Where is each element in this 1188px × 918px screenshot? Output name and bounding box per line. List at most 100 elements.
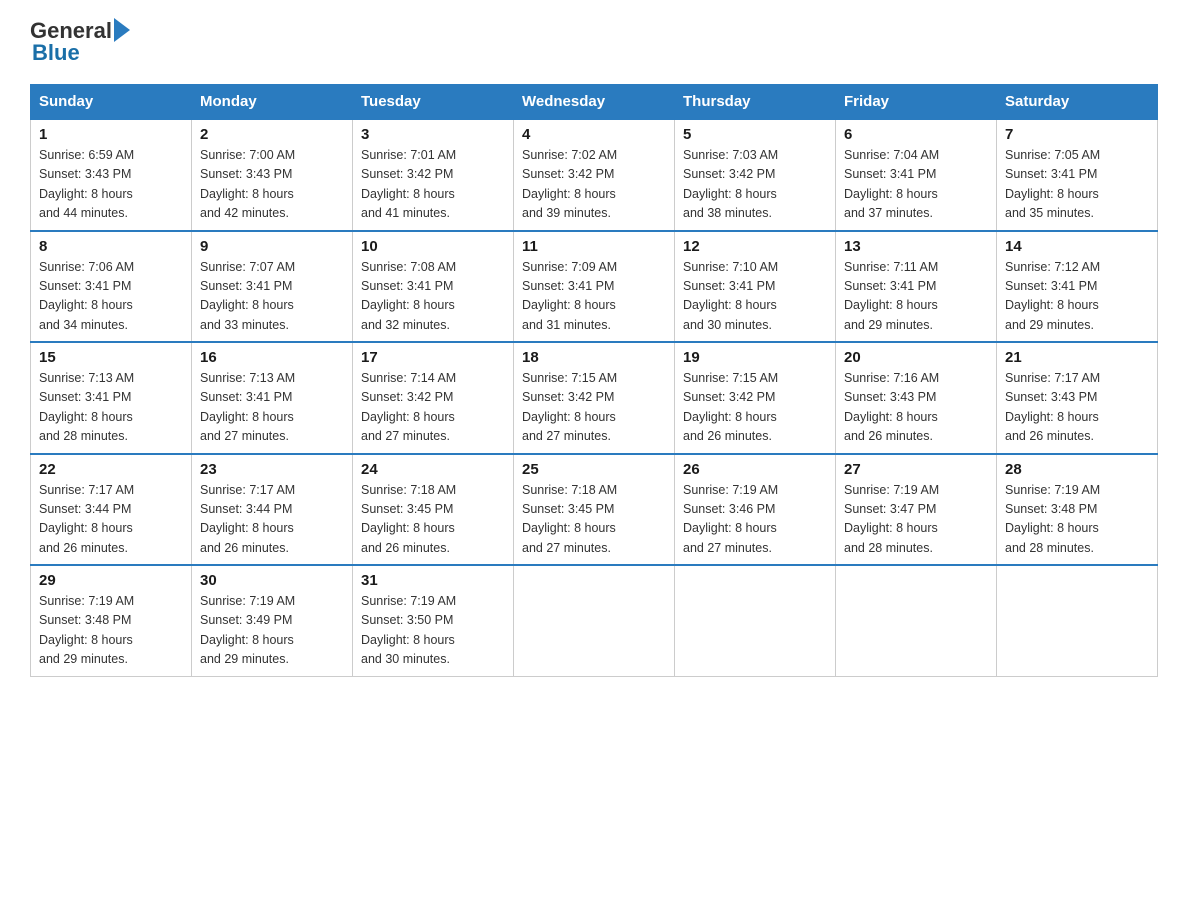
day-number: 8 — [39, 238, 183, 255]
logo-blue: Blue — [32, 40, 80, 66]
day-info: Sunrise: 7:17 AMSunset: 3:44 PMDaylight:… — [200, 483, 295, 555]
day-number: 20 — [844, 349, 988, 366]
day-info: Sunrise: 7:14 AMSunset: 3:42 PMDaylight:… — [361, 371, 456, 443]
weekday-header-sunday: Sunday — [31, 85, 192, 120]
calendar-cell: 29 Sunrise: 7:19 AMSunset: 3:48 PMDaylig… — [31, 565, 192, 676]
day-number: 3 — [361, 126, 505, 143]
calendar-cell: 19 Sunrise: 7:15 AMSunset: 3:42 PMDaylig… — [675, 342, 836, 454]
day-number: 2 — [200, 126, 344, 143]
calendar-table: SundayMondayTuesdayWednesdayThursdayFrid… — [30, 84, 1158, 677]
weekday-header-friday: Friday — [836, 85, 997, 120]
day-number: 29 — [39, 572, 183, 589]
calendar-cell: 13 Sunrise: 7:11 AMSunset: 3:41 PMDaylig… — [836, 231, 997, 343]
day-number: 1 — [39, 126, 183, 143]
day-info: Sunrise: 6:59 AMSunset: 3:43 PMDaylight:… — [39, 148, 134, 220]
calendar-cell: 9 Sunrise: 7:07 AMSunset: 3:41 PMDayligh… — [192, 231, 353, 343]
calendar-cell: 17 Sunrise: 7:14 AMSunset: 3:42 PMDaylig… — [353, 342, 514, 454]
day-info: Sunrise: 7:00 AMSunset: 3:43 PMDaylight:… — [200, 148, 295, 220]
day-info: Sunrise: 7:17 AMSunset: 3:43 PMDaylight:… — [1005, 371, 1100, 443]
day-info: Sunrise: 7:06 AMSunset: 3:41 PMDaylight:… — [39, 260, 134, 332]
day-info: Sunrise: 7:16 AMSunset: 3:43 PMDaylight:… — [844, 371, 939, 443]
weekday-header-thursday: Thursday — [675, 85, 836, 120]
calendar-cell: 11 Sunrise: 7:09 AMSunset: 3:41 PMDaylig… — [514, 231, 675, 343]
calendar-cell: 14 Sunrise: 7:12 AMSunset: 3:41 PMDaylig… — [997, 231, 1158, 343]
calendar-week-row: 8 Sunrise: 7:06 AMSunset: 3:41 PMDayligh… — [31, 231, 1158, 343]
day-number: 22 — [39, 461, 183, 478]
day-number: 4 — [522, 126, 666, 143]
day-info: Sunrise: 7:19 AMSunset: 3:48 PMDaylight:… — [1005, 483, 1100, 555]
calendar-cell: 24 Sunrise: 7:18 AMSunset: 3:45 PMDaylig… — [353, 454, 514, 566]
weekday-header-tuesday: Tuesday — [353, 85, 514, 120]
day-number: 13 — [844, 238, 988, 255]
logo: General Blue — [30, 20, 130, 66]
day-number: 6 — [844, 126, 988, 143]
day-number: 16 — [200, 349, 344, 366]
day-info: Sunrise: 7:04 AMSunset: 3:41 PMDaylight:… — [844, 148, 939, 220]
calendar-cell: 7 Sunrise: 7:05 AMSunset: 3:41 PMDayligh… — [997, 119, 1158, 231]
calendar-cell: 26 Sunrise: 7:19 AMSunset: 3:46 PMDaylig… — [675, 454, 836, 566]
day-info: Sunrise: 7:10 AMSunset: 3:41 PMDaylight:… — [683, 260, 778, 332]
calendar-cell — [997, 565, 1158, 676]
day-number: 14 — [1005, 238, 1149, 255]
day-info: Sunrise: 7:09 AMSunset: 3:41 PMDaylight:… — [522, 260, 617, 332]
day-number: 7 — [1005, 126, 1149, 143]
day-number: 18 — [522, 349, 666, 366]
calendar-week-row: 29 Sunrise: 7:19 AMSunset: 3:48 PMDaylig… — [31, 565, 1158, 676]
calendar-cell: 5 Sunrise: 7:03 AMSunset: 3:42 PMDayligh… — [675, 119, 836, 231]
page-header: General Blue — [30, 20, 1158, 66]
day-number: 10 — [361, 238, 505, 255]
day-info: Sunrise: 7:19 AMSunset: 3:46 PMDaylight:… — [683, 483, 778, 555]
calendar-cell: 20 Sunrise: 7:16 AMSunset: 3:43 PMDaylig… — [836, 342, 997, 454]
calendar-cell: 1 Sunrise: 6:59 AMSunset: 3:43 PMDayligh… — [31, 119, 192, 231]
calendar-cell: 10 Sunrise: 7:08 AMSunset: 3:41 PMDaylig… — [353, 231, 514, 343]
calendar-cell: 6 Sunrise: 7:04 AMSunset: 3:41 PMDayligh… — [836, 119, 997, 231]
calendar-cell: 22 Sunrise: 7:17 AMSunset: 3:44 PMDaylig… — [31, 454, 192, 566]
calendar-week-row: 15 Sunrise: 7:13 AMSunset: 3:41 PMDaylig… — [31, 342, 1158, 454]
calendar-cell: 30 Sunrise: 7:19 AMSunset: 3:49 PMDaylig… — [192, 565, 353, 676]
weekday-header-saturday: Saturday — [997, 85, 1158, 120]
calendar-week-row: 1 Sunrise: 6:59 AMSunset: 3:43 PMDayligh… — [31, 119, 1158, 231]
calendar-week-row: 22 Sunrise: 7:17 AMSunset: 3:44 PMDaylig… — [31, 454, 1158, 566]
day-info: Sunrise: 7:12 AMSunset: 3:41 PMDaylight:… — [1005, 260, 1100, 332]
day-number: 11 — [522, 238, 666, 255]
day-info: Sunrise: 7:15 AMSunset: 3:42 PMDaylight:… — [683, 371, 778, 443]
day-number: 23 — [200, 461, 344, 478]
day-number: 24 — [361, 461, 505, 478]
day-info: Sunrise: 7:18 AMSunset: 3:45 PMDaylight:… — [361, 483, 456, 555]
day-info: Sunrise: 7:15 AMSunset: 3:42 PMDaylight:… — [522, 371, 617, 443]
day-number: 26 — [683, 461, 827, 478]
day-info: Sunrise: 7:19 AMSunset: 3:50 PMDaylight:… — [361, 594, 456, 666]
day-info: Sunrise: 7:13 AMSunset: 3:41 PMDaylight:… — [200, 371, 295, 443]
logo-arrow-icon — [114, 18, 130, 42]
calendar-cell: 21 Sunrise: 7:17 AMSunset: 3:43 PMDaylig… — [997, 342, 1158, 454]
day-number: 21 — [1005, 349, 1149, 366]
day-info: Sunrise: 7:18 AMSunset: 3:45 PMDaylight:… — [522, 483, 617, 555]
day-number: 15 — [39, 349, 183, 366]
day-number: 27 — [844, 461, 988, 478]
calendar-cell: 18 Sunrise: 7:15 AMSunset: 3:42 PMDaylig… — [514, 342, 675, 454]
day-number: 19 — [683, 349, 827, 366]
calendar-cell: 31 Sunrise: 7:19 AMSunset: 3:50 PMDaylig… — [353, 565, 514, 676]
calendar-cell: 12 Sunrise: 7:10 AMSunset: 3:41 PMDaylig… — [675, 231, 836, 343]
calendar-cell: 8 Sunrise: 7:06 AMSunset: 3:41 PMDayligh… — [31, 231, 192, 343]
day-info: Sunrise: 7:13 AMSunset: 3:41 PMDaylight:… — [39, 371, 134, 443]
day-info: Sunrise: 7:05 AMSunset: 3:41 PMDaylight:… — [1005, 148, 1100, 220]
day-number: 31 — [361, 572, 505, 589]
day-number: 12 — [683, 238, 827, 255]
day-info: Sunrise: 7:17 AMSunset: 3:44 PMDaylight:… — [39, 483, 134, 555]
weekday-header-monday: Monday — [192, 85, 353, 120]
day-number: 17 — [361, 349, 505, 366]
weekday-header-wednesday: Wednesday — [514, 85, 675, 120]
day-number: 5 — [683, 126, 827, 143]
day-info: Sunrise: 7:08 AMSunset: 3:41 PMDaylight:… — [361, 260, 456, 332]
calendar-cell: 16 Sunrise: 7:13 AMSunset: 3:41 PMDaylig… — [192, 342, 353, 454]
calendar-cell: 4 Sunrise: 7:02 AMSunset: 3:42 PMDayligh… — [514, 119, 675, 231]
day-number: 30 — [200, 572, 344, 589]
day-info: Sunrise: 7:11 AMSunset: 3:41 PMDaylight:… — [844, 260, 938, 332]
logo-general: General — [30, 20, 112, 42]
calendar-cell: 27 Sunrise: 7:19 AMSunset: 3:47 PMDaylig… — [836, 454, 997, 566]
calendar-cell: 15 Sunrise: 7:13 AMSunset: 3:41 PMDaylig… — [31, 342, 192, 454]
day-info: Sunrise: 7:03 AMSunset: 3:42 PMDaylight:… — [683, 148, 778, 220]
day-info: Sunrise: 7:01 AMSunset: 3:42 PMDaylight:… — [361, 148, 456, 220]
calendar-cell — [514, 565, 675, 676]
